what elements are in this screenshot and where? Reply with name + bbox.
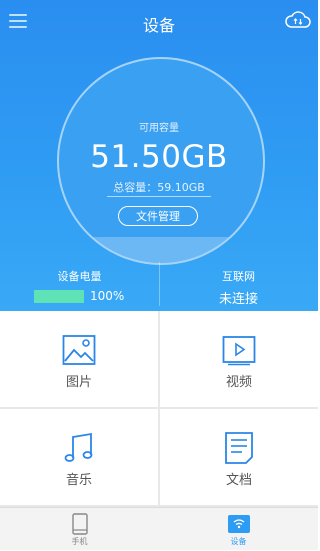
cloud-sync-icon[interactable] (285, 10, 311, 30)
network-status: 未连接 (218, 292, 258, 307)
category-images[interactable]: 图片 (0, 311, 158, 407)
network-label: 互联网 (222, 270, 255, 283)
tab-phone[interactable]: 手机 (0, 508, 159, 551)
total-capacity: 总容量：59.10GB (113, 181, 205, 194)
page-title: 设备 (142, 16, 175, 35)
available-capacity-value: 51.50GB (90, 139, 228, 175)
category-videos[interactable]: 视频 (160, 311, 318, 407)
battery-percent: 100% (90, 289, 125, 303)
tab-label: 手机 (71, 537, 88, 546)
tab-label: 设备 (230, 537, 247, 546)
bottom-tab-bar: 手机 设备 (0, 507, 318, 550)
document-icon (225, 432, 253, 464)
file-manager-button[interactable]: 文件管理 (118, 206, 198, 226)
available-capacity-label: 可用容量 (139, 123, 179, 134)
phone-icon (72, 513, 88, 535)
battery-fill (34, 290, 84, 303)
music-icon (64, 432, 93, 462)
battery-label: 设备电量 (57, 270, 102, 283)
category-documents[interactable]: 文档 (160, 409, 318, 505)
category-label: 音乐 (65, 473, 92, 488)
category-label: 视频 (225, 375, 252, 390)
category-grid: 图片 视频 音乐 文档 (0, 311, 318, 507)
device-wifi-icon (228, 515, 250, 533)
storage-wave (59, 237, 263, 263)
category-music[interactable]: 音乐 (0, 409, 158, 505)
divider (107, 196, 211, 197)
image-icon (62, 335, 96, 365)
storage-header: 设备 可用容量 51.50GB 总容量：59.10GB 文件管理 设备电量 10… (0, 0, 318, 311)
tab-device[interactable]: 设备 (159, 508, 318, 551)
category-label: 图片 (65, 375, 92, 390)
top-bar: 设备 (0, 0, 318, 44)
battery-bar (34, 290, 84, 303)
category-label: 文档 (225, 473, 252, 488)
video-icon (222, 336, 256, 366)
